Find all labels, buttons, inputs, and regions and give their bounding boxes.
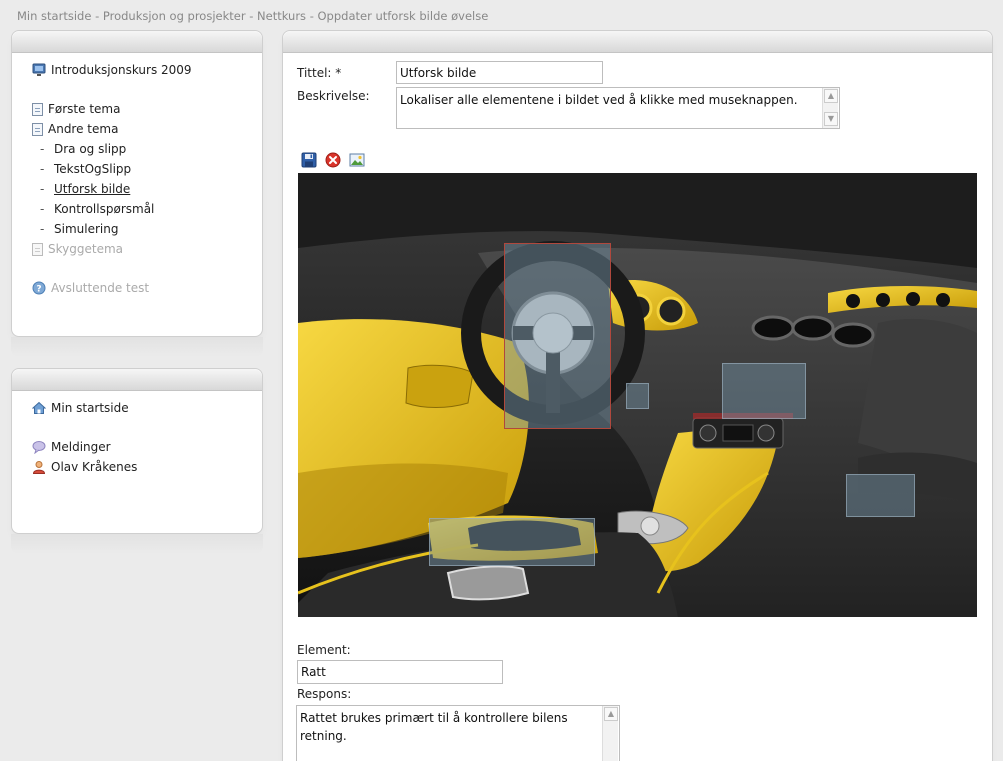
description-scrollbar[interactable]: ▲ ▼ [822,88,838,128]
help-icon: ? [32,281,46,295]
title-input[interactable] [396,61,603,84]
nav-item-label: Avsluttende test [51,281,150,295]
response-label: Respons: [297,687,352,701]
element-input[interactable] [297,660,503,684]
delete-icon [325,152,341,168]
nav-subitem-kontrollsporsmal[interactable]: - Kontrollspørsmål [40,202,154,216]
nav-item-skyggetema: Skyggetema [32,242,123,256]
nav-item-label: Skyggetema [48,242,123,256]
nav-item-label: Andre tema [48,122,119,136]
response-textarea[interactable]: Rattet brukes primært til å kontrollere … [296,705,620,761]
main-panel-header [283,31,992,53]
nav-item-label: Simulering [54,222,119,236]
nav-item-label: Meldinger [51,440,111,454]
response-scrollbar[interactable]: ▲ [602,706,618,761]
save-button[interactable] [301,152,317,168]
breadcrumb: Min startside - Produksjon og prosjekter… [17,9,489,23]
computer-icon [32,63,46,77]
user-icon [32,460,46,474]
hotspot-ignition[interactable] [626,383,649,409]
nav-item-label: TekstOgSlipp [54,162,132,176]
explore-image[interactable] [298,173,977,617]
document-icon [32,242,43,256]
nav-item-home[interactable]: Min startside [31,401,129,415]
nav-item-messages[interactable]: Meldinger [32,440,111,455]
document-icon [32,122,43,136]
bullet-dash: - [40,162,45,176]
document-icon [32,102,43,116]
scroll-up-arrow-icon[interactable]: ▲ [824,89,838,103]
image-icon [349,153,365,167]
user-nav-header [12,369,262,391]
course-title-label: Introduksjonskurs 2009 [51,63,192,77]
user-nav-reflection [11,534,263,554]
scroll-up-arrow-icon[interactable]: ▲ [604,707,618,721]
bullet-dash: - [40,222,45,236]
nav-item-andre-tema[interactable]: Andre tema [32,122,118,136]
bullet-dash: - [40,142,45,156]
nav-item-label: Kontrollspørsmål [54,202,155,216]
hotspot-handbrake[interactable] [429,518,595,566]
title-label: Tittel: * [297,66,342,80]
scroll-down-arrow-icon[interactable]: ▼ [824,112,838,126]
change-image-button[interactable] [349,152,365,168]
home-icon [31,401,47,415]
nav-item-forste-tema[interactable]: Første tema [32,102,120,116]
hotspot-logo-emblem[interactable] [846,474,915,517]
description-textarea[interactable]: Lokaliser alle elementene i bildet ved å… [396,87,840,129]
nav-item-label: Olav Kråkenes [51,460,138,474]
course-nav-header [12,31,262,53]
nav-item-label: Dra og slipp [54,142,127,156]
hotspot-navigation-screen[interactable] [722,363,806,419]
nav-item-label: Min startside [51,401,129,415]
nav-item-label: Utforsk bilde [54,182,131,196]
nav-item-label: Første tema [48,102,121,116]
delete-button[interactable] [325,152,341,168]
course-title-link[interactable]: Introduksjonskurs 2009 [32,63,192,77]
nav-item-user[interactable]: Olav Kråkenes [32,460,137,474]
svg-text:?: ? [36,285,41,295]
nav-subitem-utforsk-bilde[interactable]: - Utforsk bilde [40,182,130,196]
course-nav-reflection [11,337,263,357]
nav-item-final-test: ? Avsluttende test [32,281,149,295]
nav-subitem-dra-og-slipp[interactable]: - Dra og slipp [40,142,126,156]
hotspot-steering-wheel[interactable] [504,243,611,429]
description-label: Beskrivelse: [297,89,370,103]
nav-subitem-simulering[interactable]: - Simulering [40,222,118,236]
bullet-dash: - [40,202,45,216]
bullet-dash: - [40,182,45,196]
element-label: Element: [297,643,351,657]
save-icon [301,152,317,168]
speech-bubble-icon [32,440,46,455]
nav-subitem-tekstogslipp[interactable]: - TekstOgSlipp [40,162,131,176]
